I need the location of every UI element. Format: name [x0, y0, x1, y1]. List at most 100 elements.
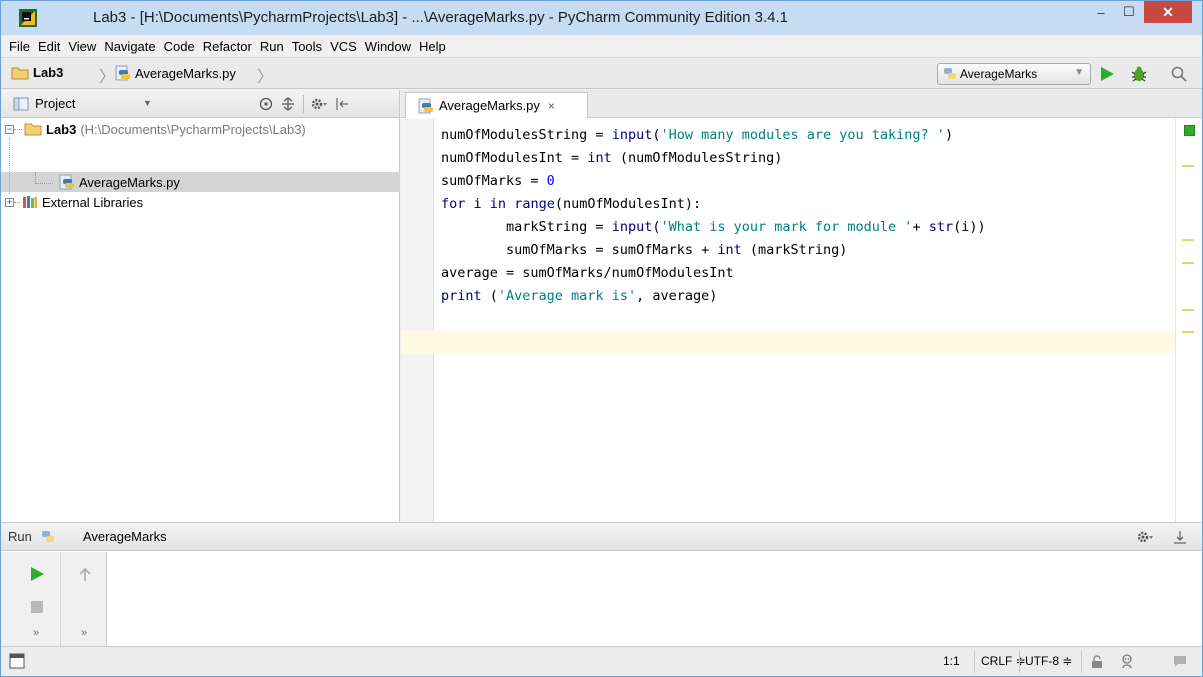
more-actions-icon[interactable]: » — [33, 627, 39, 639]
search-icon — [1171, 66, 1187, 82]
warning-marker[interactable] — [1182, 331, 1194, 333]
more-actions-icon[interactable]: » — [81, 627, 87, 639]
tab-averagemarks-label: AverageMarks.py — [439, 98, 540, 113]
project-view-selector[interactable]: Project — [35, 96, 75, 111]
collapse-toggle-icon[interactable]: − — [5, 124, 14, 134]
tab-close-icon[interactable]: × — [548, 99, 555, 113]
window-title: Lab3 - [H:\Documents\PycharmProjects\Lab… — [93, 9, 788, 26]
bug-icon — [1131, 66, 1147, 82]
tool-windows-icon[interactable] — [9, 653, 25, 669]
code-line[interactable]: average = sumOfMarks/numOfModulesInt — [441, 262, 734, 285]
project-view-icon — [13, 97, 29, 111]
search-button[interactable] — [1169, 64, 1189, 84]
run-tool-window: Run AverageMarks » » — [1, 522, 1202, 647]
folder-icon — [24, 123, 42, 136]
close-button[interactable]: ✕ — [1144, 1, 1192, 23]
breadcrumb-project[interactable]: Lab3 — [11, 65, 63, 80]
stop-icon[interactable] — [30, 600, 44, 614]
gear-icon[interactable] — [311, 97, 327, 111]
tree-node-averagemarks[interactable]: AverageMarks.py — [1, 172, 400, 192]
run-icon — [1101, 67, 1114, 81]
python-file-icon — [59, 174, 74, 190]
collapse-all-icon[interactable] — [281, 97, 295, 111]
tree-node-lab3-label: Lab3 — [46, 121, 77, 137]
menu-help[interactable]: Help — [415, 39, 450, 54]
divider — [974, 651, 975, 673]
menu-file[interactable]: File — [5, 39, 34, 54]
menu-edit[interactable]: Edit — [34, 39, 64, 54]
scroll-from-source-icon[interactable] — [259, 97, 273, 111]
menu-vcs[interactable]: VCS — [326, 39, 361, 54]
code-line[interactable]: markString = input('What is your mark fo… — [441, 216, 986, 239]
run-configuration-select[interactable]: AverageMarks ▼ — [937, 63, 1091, 85]
run-config-name[interactable]: AverageMarks — [83, 529, 167, 544]
gear-icon[interactable] — [1137, 530, 1155, 544]
code-line[interactable]: for i in range(numOfModulesInt): — [441, 193, 701, 216]
event-log-icon[interactable] — [1173, 655, 1187, 667]
rerun-icon[interactable] — [29, 566, 45, 582]
editor-gutter — [401, 119, 434, 522]
breadcrumb-project-label: Lab3 — [33, 65, 64, 80]
project-tool-window: Project ▼ − Lab3 (H:\Documents\PycharmPr… — [1, 90, 400, 522]
error-stripe[interactable] — [1175, 119, 1202, 522]
maximize-button[interactable]: ☐ — [1116, 1, 1142, 23]
run-toolbar: » — [1, 552, 61, 647]
run-toolbar-secondary: » — [61, 552, 107, 647]
code-line[interactable]: numOfModulesString = input('How many mod… — [441, 124, 953, 147]
divider — [1081, 651, 1082, 673]
expand-toggle-icon[interactable]: + — [5, 197, 14, 207]
warning-marker[interactable] — [1182, 309, 1194, 311]
inspection-ok-icon[interactable] — [1184, 125, 1195, 136]
code-line[interactable]: numOfModulesInt = int (numOfModulesStrin… — [441, 147, 782, 170]
debug-button[interactable] — [1129, 64, 1149, 84]
menu-refactor[interactable]: Refactor — [199, 39, 256, 54]
tab-averagemarks[interactable]: AverageMarks.py × — [405, 92, 588, 118]
editor-area: AverageMarks.py × numOfModulesString = i… — [401, 90, 1202, 522]
run-panel-title: Run — [8, 529, 32, 544]
menu-navigate[interactable]: Navigate — [100, 39, 159, 54]
chevron-down-icon: ▼ — [1074, 67, 1084, 78]
tree-node-external-libraries[interactable]: + External Libraries — [1, 192, 400, 212]
tree-node-lab3-path: (H:\Documents\PycharmProjects\Lab3) — [80, 121, 306, 137]
console-output[interactable] — [108, 552, 1202, 647]
menu-tools[interactable]: Tools — [288, 39, 326, 54]
pycharm-logo-icon — [19, 9, 37, 27]
warning-marker[interactable] — [1182, 262, 1194, 264]
menu-code[interactable]: Code — [160, 39, 199, 54]
menu-run[interactable]: Run — [256, 39, 288, 54]
chevron-down-icon[interactable]: ▼ — [143, 98, 152, 108]
hide-panel-icon[interactable] — [335, 97, 349, 111]
hector-inspector-icon[interactable] — [1119, 653, 1135, 669]
warning-marker[interactable] — [1182, 239, 1194, 241]
breadcrumb-file-label: AverageMarks.py — [135, 65, 236, 81]
pycharm-window: Lab3 - [H:\Documents\PycharmProjects\Lab… — [0, 0, 1203, 677]
breadcrumb-file[interactable]: AverageMarks.py — [115, 65, 236, 81]
python-file-icon — [418, 98, 433, 113]
run-button[interactable] — [1097, 64, 1117, 84]
library-icon — [23, 196, 37, 208]
current-line-highlight — [401, 331, 1176, 354]
tree-guide-line — [9, 138, 10, 194]
python-config-icon — [944, 68, 956, 79]
menu-bar: File Edit View Navigate Code Refactor Ru… — [1, 35, 1202, 58]
python-file-icon — [115, 65, 130, 81]
run-panel-header: Run AverageMarks — [1, 523, 1202, 551]
status-bar: 1:1 CRLF ≑ UTF-8 ≑ — [1, 646, 1202, 676]
minimize-button[interactable]: – — [1088, 1, 1114, 23]
arrow-up-icon[interactable] — [79, 568, 91, 582]
code-line[interactable]: sumOfMarks = 0 — [441, 170, 555, 193]
tree-node-external-libraries-label: External Libraries — [42, 194, 144, 210]
tree-node-lab3[interactable]: − Lab3 (H:\Documents\PycharmProjects\Lab… — [1, 119, 400, 139]
divider — [303, 95, 304, 113]
menu-window[interactable]: Window — [361, 39, 415, 54]
caret-position[interactable]: 1:1 — [943, 654, 960, 668]
menu-view[interactable]: View — [64, 39, 100, 54]
unlocked-icon[interactable] — [1091, 655, 1103, 669]
code-line[interactable]: print ('Average mark is', average) — [441, 285, 717, 308]
hide-panel-icon[interactable] — [1173, 530, 1187, 544]
project-panel-header: Project ▼ — [1, 90, 399, 118]
warning-marker[interactable] — [1182, 165, 1194, 167]
code-editor[interactable]: numOfModulesString = input('How many mod… — [401, 119, 1176, 522]
encoding-selector[interactable]: UTF-8 ≑ — [1025, 654, 1072, 668]
code-line[interactable]: sumOfMarks = sumOfMarks + int (markStrin… — [441, 239, 847, 262]
